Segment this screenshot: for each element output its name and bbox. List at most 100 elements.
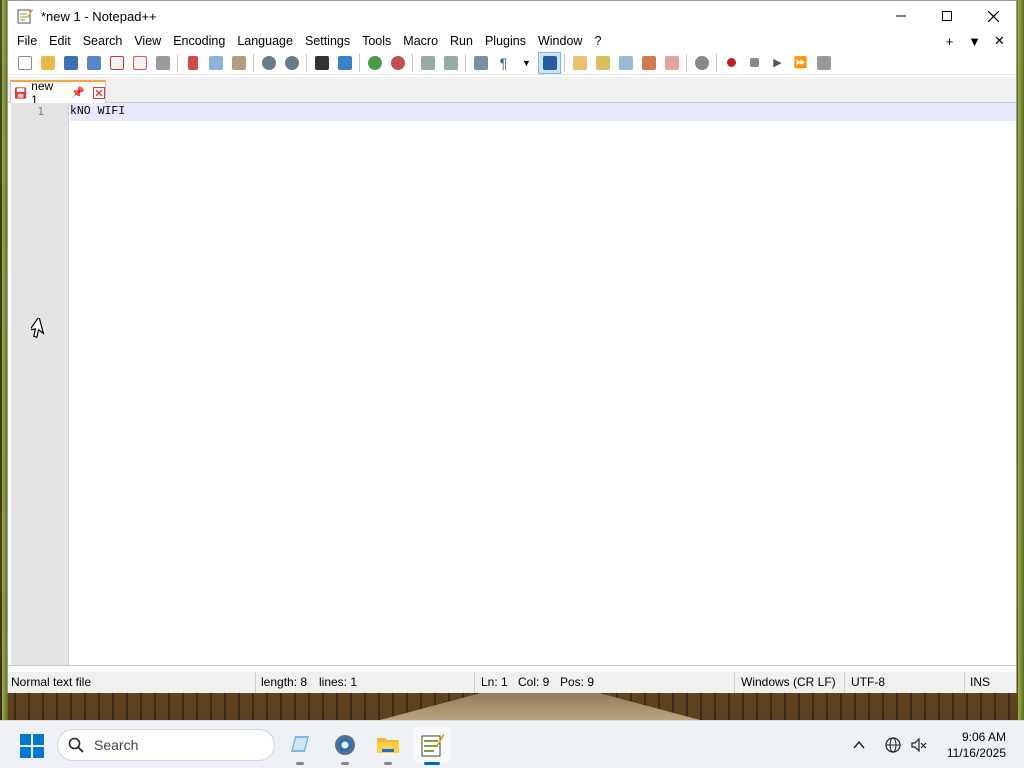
network-button[interactable] [884, 721, 902, 768]
word-wrap-icon [473, 55, 488, 70]
print-icon [155, 55, 170, 70]
menu-encoding[interactable]: Encoding [167, 31, 231, 51]
taskbar-app-notepad-plus-plus[interactable] [414, 727, 450, 765]
taskbar-app-settings[interactable] [327, 727, 363, 765]
macro-run-multiple-button[interactable]: ⏩ [789, 52, 812, 74]
zoom-in-icon [367, 55, 382, 70]
macro-stop-button[interactable] [743, 52, 766, 74]
volume-button[interactable] [910, 721, 928, 768]
close-file-button[interactable] [105, 52, 128, 74]
undo-button[interactable] [257, 52, 280, 74]
macro-record-button[interactable] [720, 52, 743, 74]
save-all-icon [86, 55, 101, 70]
binoculars-icon [314, 55, 329, 70]
function-list-button[interactable] [637, 52, 660, 74]
menu-run[interactable]: Run [444, 31, 479, 51]
document-list-button[interactable] [614, 52, 637, 74]
minimize-button[interactable] [878, 1, 924, 31]
menu-settings[interactable]: Settings [299, 31, 356, 51]
tab-new-1[interactable]: new 1 📌 [10, 79, 106, 107]
paste-button[interactable] [227, 52, 250, 74]
close-all-button[interactable] [128, 52, 151, 74]
macro-play-button[interactable]: ▶ [766, 52, 789, 74]
status-eol[interactable]: Windows (CR LF) [741, 675, 836, 689]
monitoring-button[interactable] [690, 52, 713, 74]
status-line-number: Ln: 1 [481, 675, 508, 689]
notepad-plus-plus-icon [17, 8, 33, 24]
unsaved-file-icon [14, 86, 27, 99]
taskbar-app-notes[interactable] [282, 727, 318, 765]
new-file-button[interactable] [13, 52, 36, 74]
menu-edit[interactable]: Edit [43, 31, 77, 51]
window-title: *new 1 - Notepad++ [41, 8, 157, 24]
tab-bar: new 1 📌 [8, 77, 1016, 107]
pilcrow-icon: ¶ [499, 54, 508, 71]
mouse-cursor-icon [28, 315, 47, 340]
title-bar[interactable]: *new 1 - Notepad++ [8, 1, 1016, 31]
status-insert-mode[interactable]: INS [970, 675, 990, 689]
tab-list-button[interactable]: ▼ [962, 34, 987, 49]
sync-horizontal-button[interactable] [439, 52, 462, 74]
replace-button[interactable] [333, 52, 356, 74]
open-file-button[interactable] [36, 52, 59, 74]
status-length: length: 8 [261, 675, 308, 689]
maximize-button[interactable] [924, 1, 970, 31]
start-button[interactable] [20, 734, 44, 758]
indent-guide-icon [542, 55, 557, 70]
document-map-button[interactable] [591, 52, 614, 74]
taskbar-app-file-explorer[interactable] [370, 727, 406, 765]
speaker-muted-icon [911, 737, 927, 753]
menu-macro[interactable]: Macro [397, 31, 444, 51]
paste-icon [231, 55, 246, 70]
undo-icon [261, 55, 276, 70]
gear-icon [335, 735, 355, 755]
status-encoding[interactable]: UTF-8 [851, 675, 885, 689]
zoom-out-button[interactable] [386, 52, 409, 74]
pin-icon[interactable]: 📌 [71, 86, 85, 99]
monitoring-icon [694, 55, 709, 70]
show-all-characters-button[interactable]: ¶ [492, 52, 515, 74]
taskbar-clock[interactable]: 9:06 AM 11/16/2025 [947, 729, 1006, 761]
editor-line[interactable]: kNO WIFI [70, 105, 125, 118]
menu-help[interactable]: ? [588, 31, 607, 51]
menu-tools[interactable]: Tools [356, 31, 397, 51]
sync-vertical-button[interactable] [416, 52, 439, 74]
save-button[interactable] [59, 52, 82, 74]
menu-view[interactable]: View [128, 31, 167, 51]
zoom-out-icon [390, 55, 405, 70]
status-bar: Normal text file length: 8 lines: 1 Ln: … [8, 672, 1016, 693]
macro-save-button[interactable] [812, 52, 835, 74]
chevron-up-icon [853, 740, 865, 749]
taskbar-search[interactable]: Search [57, 729, 275, 761]
save-all-button[interactable] [82, 52, 105, 74]
menu-bar: File Edit Search View Encoding Language … [8, 31, 1016, 51]
copy-button[interactable] [204, 52, 227, 74]
new-file-icon [17, 55, 32, 70]
folder-icon [377, 738, 399, 753]
menu-window[interactable]: Window [532, 31, 588, 51]
text-editor[interactable]: 1 kNO WIFI [8, 103, 1016, 666]
close-document-button[interactable]: ✕ [987, 33, 1012, 49]
show-hidden-icons-button[interactable] [852, 721, 866, 768]
open-folder-icon [40, 55, 55, 70]
menu-file[interactable]: File [11, 31, 43, 51]
menu-language[interactable]: Language [231, 31, 299, 51]
print-button[interactable] [151, 52, 174, 74]
globe-icon [885, 737, 901, 753]
zoom-in-button[interactable] [363, 52, 386, 74]
indent-guide-button[interactable] [538, 51, 561, 74]
cut-button[interactable] [181, 52, 204, 74]
word-wrap-button[interactable] [469, 52, 492, 74]
close-button[interactable] [970, 1, 1016, 31]
redo-button[interactable] [280, 52, 303, 74]
dropdown-button[interactable]: ▼ [515, 52, 538, 74]
tab-close-button[interactable] [93, 86, 105, 99]
close-all-icon [132, 55, 147, 70]
user-language-button[interactable] [568, 52, 591, 74]
menu-plugins[interactable]: Plugins [479, 31, 532, 51]
folder-workspace-button[interactable] [660, 52, 683, 74]
menu-search[interactable]: Search [77, 31, 129, 51]
toolbar: ¶ ▼ ▶ ⏩ [8, 51, 1016, 75]
find-button[interactable] [310, 52, 333, 74]
new-tab-button[interactable]: + [937, 34, 962, 49]
